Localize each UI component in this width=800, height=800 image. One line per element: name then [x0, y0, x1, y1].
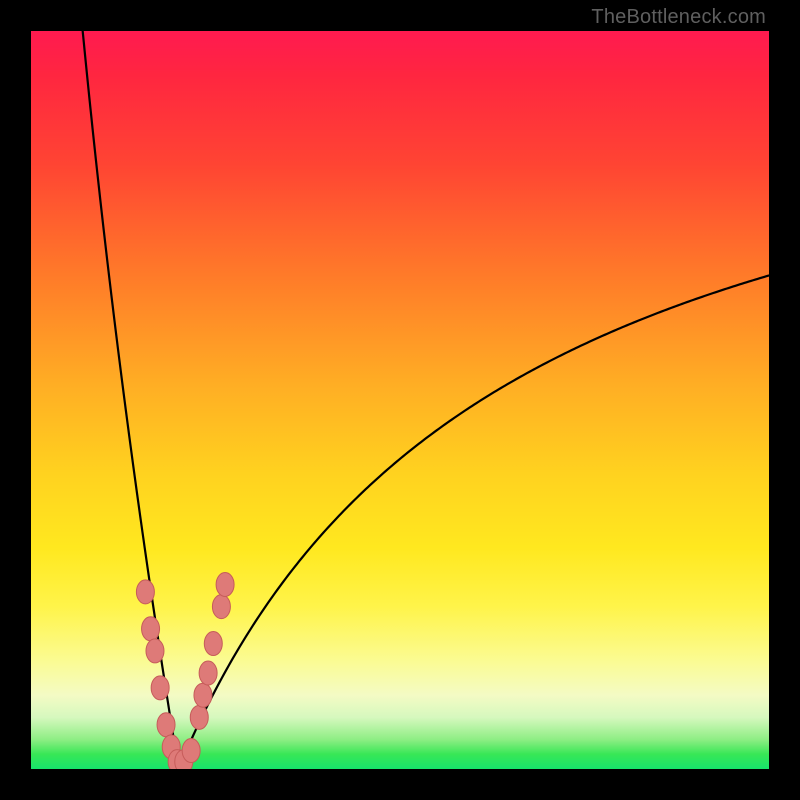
- curve-marker: [136, 580, 154, 604]
- curve-marker: [151, 676, 169, 700]
- curve-marker: [199, 661, 217, 685]
- curve-marker: [194, 683, 212, 707]
- curve-marker: [216, 573, 234, 597]
- curve-marker: [146, 639, 164, 663]
- chart-svg: [31, 31, 769, 769]
- curve-marker: [157, 713, 175, 737]
- bottleneck-curve: [83, 31, 769, 769]
- plot-area: [31, 31, 769, 769]
- curve-marker: [204, 632, 222, 656]
- curve-marker: [182, 739, 200, 763]
- curve-marker: [142, 617, 160, 641]
- attribution-text: TheBottleneck.com: [591, 6, 766, 29]
- curve-marker: [190, 705, 208, 729]
- curve-marker: [212, 595, 230, 619]
- marker-group: [136, 573, 234, 770]
- chart-frame: TheBottleneck.com: [0, 0, 800, 800]
